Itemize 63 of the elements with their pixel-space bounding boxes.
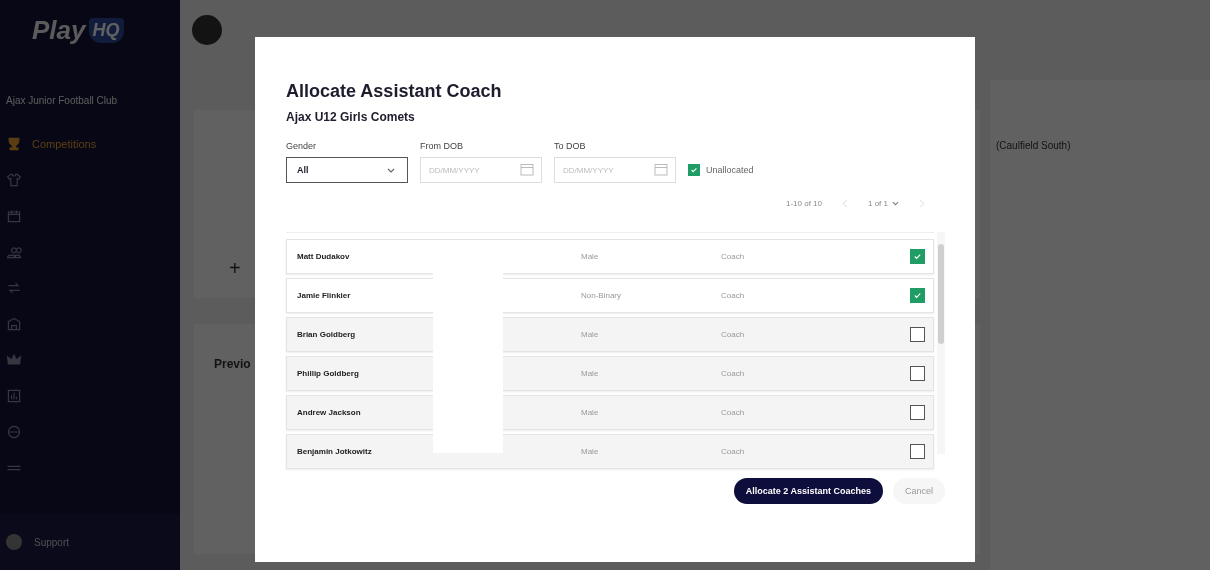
date-field[interactable]: DD/MM/YYYY	[554, 157, 676, 183]
gender-cell-text: Male	[581, 408, 600, 417]
coach-row[interactable]: Matt Dudakov Male Coach	[286, 239, 934, 274]
checkbox[interactable]	[910, 366, 925, 381]
club-avatar	[192, 15, 222, 45]
team-name: Ajax U12 Girls Comets	[286, 110, 416, 124]
checkbox[interactable]	[910, 327, 925, 342]
name-cell-text: Andrew Jackson	[297, 408, 362, 417]
crown-icon	[6, 352, 22, 368]
building-icon	[6, 316, 22, 332]
checkbox[interactable]	[688, 164, 700, 176]
logo-text: Play	[32, 14, 86, 46]
field-label: To DOB	[554, 141, 587, 151]
gender-cell-text: Male	[581, 369, 600, 378]
nav-label: Competitions	[32, 138, 97, 150]
check-icon	[913, 291, 922, 300]
gender-cell-text: Male	[581, 330, 600, 339]
gender-cell-text: Male	[581, 447, 600, 456]
checkbox-label: Unallocated	[706, 165, 754, 175]
calendar-icon	[654, 163, 668, 176]
check-icon	[690, 166, 698, 174]
name-cell-text: Benjamin Jotkowitz	[297, 447, 373, 456]
caret-icon	[387, 167, 395, 173]
calendar-icon	[520, 163, 534, 176]
role-cell-text: Coach	[721, 291, 746, 300]
venue-text: (Caulfield South)	[996, 140, 1071, 151]
page-select[interactable]: 1 of 1	[868, 199, 899, 208]
date-field[interactable]: DD/MM/YYYY	[420, 157, 542, 183]
coach-row[interactable]: Benjamin Jotkowitz Male Coach	[286, 434, 934, 469]
checkbox[interactable]	[910, 249, 925, 264]
gender-select[interactable]: All	[286, 157, 408, 183]
checkbox[interactable]	[910, 288, 925, 303]
name-cell-text: Matt Dudakov	[297, 252, 351, 261]
shirt-icon	[6, 172, 22, 188]
allocate-button[interactable]: Allocate 2 Assistant Coaches	[733, 478, 883, 504]
checkbox[interactable]	[910, 405, 925, 420]
page-range: 1-10 of 10	[785, 199, 822, 208]
chart-icon	[6, 388, 22, 404]
role-cell-text: Coach	[721, 330, 746, 339]
name-cell-text: Jamie Flinkier	[297, 291, 352, 300]
modal-title: Allocate Assistant Coach	[286, 81, 503, 102]
field-label: From DOB	[420, 141, 464, 151]
checkbox[interactable]	[910, 444, 925, 459]
caret-icon	[892, 201, 899, 206]
role-cell-text: Coach	[721, 447, 746, 456]
gender-cell-text: Non-Binary	[581, 291, 622, 300]
name-cell-text: Phillip Goldberg	[297, 369, 360, 378]
check-icon	[913, 252, 922, 261]
field-label: Gender	[286, 141, 318, 151]
scrollbar[interactable]	[937, 232, 945, 454]
trophy-icon	[6, 136, 22, 152]
gender-cell-text: Male	[581, 252, 600, 261]
section-heading: Previo	[214, 357, 251, 371]
arrows-icon	[6, 280, 22, 296]
role-cell-text: Coach	[721, 252, 746, 261]
chevron-left-icon[interactable]	[842, 199, 848, 208]
name-cell-text: Brian Goldberg	[297, 330, 357, 339]
people-icon	[6, 244, 22, 260]
chevron-right-icon[interactable]	[919, 199, 925, 208]
calendar-icon	[6, 208, 22, 224]
role-cell-text: Coach	[721, 408, 746, 417]
logo-badge: HQ	[88, 17, 124, 43]
role-cell-text: Coach	[721, 369, 746, 378]
